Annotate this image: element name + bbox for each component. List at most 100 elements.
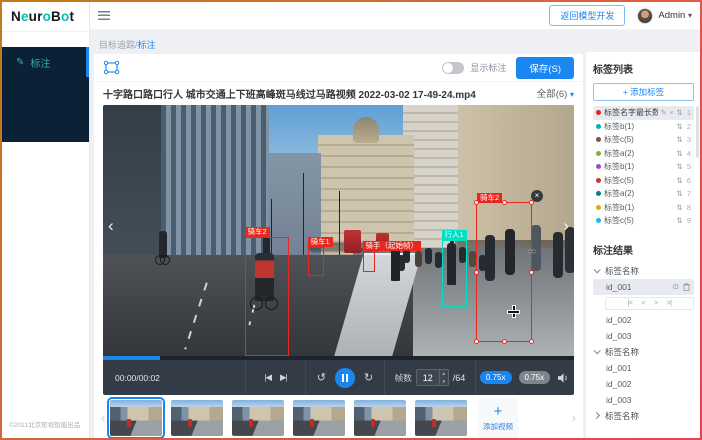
label-name: 标签b(1) — [604, 161, 674, 172]
label-list-item[interactable]: 标签b(1)⇅5 — [593, 160, 694, 174]
sort-icon[interactable]: ⇅ — [676, 216, 682, 225]
step-down-icon[interactable]: ▼ — [440, 378, 448, 386]
pager-prev[interactable]: < — [641, 300, 645, 307]
sort-icon[interactable]: ⇅ — [676, 135, 682, 144]
sort-icon[interactable]: ⇅ — [676, 203, 682, 212]
menu-fold-icon[interactable] — [98, 11, 110, 20]
scrollbar-thumb[interactable] — [696, 106, 699, 158]
label-list-item[interactable]: 标签c(5)⇅9 — [593, 214, 694, 228]
result-item-selected[interactable]: id_001 ⊙ — [593, 279, 694, 295]
result-group-header[interactable]: 标签名称 — [593, 344, 694, 360]
video-thumbnail[interactable] — [354, 400, 406, 436]
label-index: 9 — [686, 216, 691, 225]
app-page: NeuroBot ✎ 标注 ©2021北京矩视智能出品 返回模型开发 Admin… — [2, 2, 700, 438]
video-thumbnail[interactable] — [171, 400, 223, 436]
label-list-item[interactable]: 标签a(2)⇅ 4 — [593, 147, 694, 161]
rewind-10-icon[interactable]: ↺ — [317, 371, 326, 384]
label-color-dot — [596, 137, 601, 142]
add-label-button[interactable]: + 添加标签 — [593, 83, 694, 101]
pager-next[interactable]: > — [654, 300, 658, 307]
last-frame-icon[interactable]: ▶| — [280, 372, 287, 383]
show-annotation-toggle[interactable] — [442, 62, 464, 74]
resize-handle[interactable] — [474, 200, 479, 205]
sort-icon[interactable]: ⇅ — [676, 149, 682, 158]
result-item[interactable]: id_003 — [593, 392, 694, 408]
locate-icon[interactable]: ⊙ — [672, 282, 679, 292]
annotation-box[interactable]: 骑手（起始帧） — [363, 251, 375, 272]
breadcrumb-parent[interactable]: 目标追踪 — [99, 40, 135, 50]
filter-dropdown[interactable]: 全部(6) ▾ — [537, 86, 574, 100]
resize-handle[interactable] — [502, 339, 507, 344]
trash-icon[interactable] — [683, 283, 690, 291]
speed-current-pill[interactable]: 0.75x — [480, 371, 512, 384]
result-item[interactable]: id_003 — [593, 328, 694, 344]
user-menu[interactable]: Admin ▾ — [658, 10, 692, 21]
progress-fill — [103, 356, 160, 360]
save-button[interactable]: 保存(S) — [516, 57, 574, 79]
label-color-dot — [596, 151, 601, 156]
sort-icon[interactable]: ⇅ — [676, 189, 682, 198]
delete-annotation-button[interactable]: × — [531, 190, 543, 202]
delete-label-icon[interactable]: × — [669, 108, 673, 117]
resize-handle[interactable] — [474, 339, 479, 344]
label-name: 标签b(1) — [604, 202, 674, 213]
label-index: 2 — [686, 122, 691, 131]
step-up-icon[interactable]: ▲ — [440, 370, 448, 378]
volume-icon[interactable] — [557, 372, 570, 384]
annotation-box-selected[interactable]: 骑车2 ↔ — [476, 202, 532, 342]
result-item[interactable]: id_002 — [593, 376, 694, 392]
add-video-button[interactable]: + 添加视频 — [478, 398, 518, 438]
label-list-item[interactable]: 标签名字最长数... ✎ × ⇅ 1 — [593, 106, 694, 120]
video-thumbnail-selected[interactable] — [110, 400, 162, 436]
pager-last[interactable]: >| — [667, 300, 672, 307]
label-name: 标签a(2) — [604, 148, 674, 159]
video-progress-bar[interactable] — [103, 356, 574, 360]
breadcrumb-current: 标注 — [138, 40, 156, 50]
filmstrip-next-chevron[interactable]: › — [567, 411, 581, 425]
label-list-item[interactable]: 标签b(1)⇅8 — [593, 201, 694, 215]
logo-seg: o — [43, 9, 51, 24]
resize-handle[interactable] — [474, 270, 479, 275]
result-item[interactable]: id_002 — [593, 312, 694, 328]
label-list-item[interactable]: 标签a(2)⇅7 — [593, 187, 694, 201]
video-title-row: 十字路口路口行人 城市交通上下班高峰斑马线过马路视频 2022-03-02 17… — [94, 82, 583, 104]
pause-button[interactable] — [335, 368, 355, 388]
filmstrip-prev-chevron[interactable]: ‹ — [96, 411, 110, 425]
annotation-box[interactable]: 骑车2 — [245, 237, 289, 356]
label-index: 6 — [686, 176, 691, 185]
annotation-box[interactable]: 行人1 — [442, 240, 467, 307]
video-canvas[interactable]: 骑车2 骑车1 骑手（起始帧） 行人1 骑车2 — [103, 105, 574, 356]
sort-icon[interactable]: ⇅ — [676, 122, 682, 131]
resize-handle[interactable] — [529, 270, 534, 275]
resize-handle[interactable] — [502, 200, 507, 205]
first-frame-icon[interactable]: |◀ — [264, 372, 271, 383]
sort-icon[interactable]: ⇅ — [676, 176, 682, 185]
result-group-header-collapsed[interactable]: 标签名称 — [593, 408, 694, 424]
pager-first[interactable]: |< — [628, 300, 633, 307]
resize-handle[interactable] — [529, 339, 534, 344]
edit-label-icon[interactable]: ✎ — [661, 108, 667, 117]
video-thumbnail[interactable] — [232, 400, 284, 436]
video-thumbnail[interactable] — [293, 400, 345, 436]
sort-icon[interactable]: ⇅ — [676, 108, 682, 117]
speed-default-pill[interactable]: 0.75x — [519, 371, 551, 384]
sort-icon[interactable]: ⇅ — [676, 162, 682, 171]
result-item[interactable]: id_001 — [593, 360, 694, 376]
label-list-item[interactable]: 标签c(5)⇅6 — [593, 174, 694, 188]
label-index: 4 — [686, 149, 691, 158]
label-name: 标签a(2) — [604, 188, 674, 199]
result-group-header[interactable]: 标签名称 — [593, 263, 694, 279]
annotation-box[interactable]: 骑车1 — [308, 247, 324, 276]
sidebar-menu: ✎ 标注 — [2, 47, 89, 142]
next-video-chevron[interactable]: › — [563, 217, 569, 234]
sidebar-item-annotate[interactable]: ✎ 标注 — [2, 47, 89, 77]
bbox-tool-icon[interactable] — [103, 60, 120, 75]
label-list-item[interactable]: 标签c(5)⇅3 — [593, 133, 694, 147]
frame-input[interactable] — [417, 370, 439, 385]
forward-10-icon[interactable]: ↻ — [364, 371, 373, 384]
avatar[interactable] — [637, 8, 653, 24]
video-thumbnail[interactable] — [415, 400, 467, 436]
label-list-item[interactable]: 标签b(1)⇅2 — [593, 120, 694, 134]
prev-video-chevron[interactable]: ‹ — [108, 217, 114, 234]
back-to-model-dev-button[interactable]: 返回模型开发 — [549, 5, 625, 26]
